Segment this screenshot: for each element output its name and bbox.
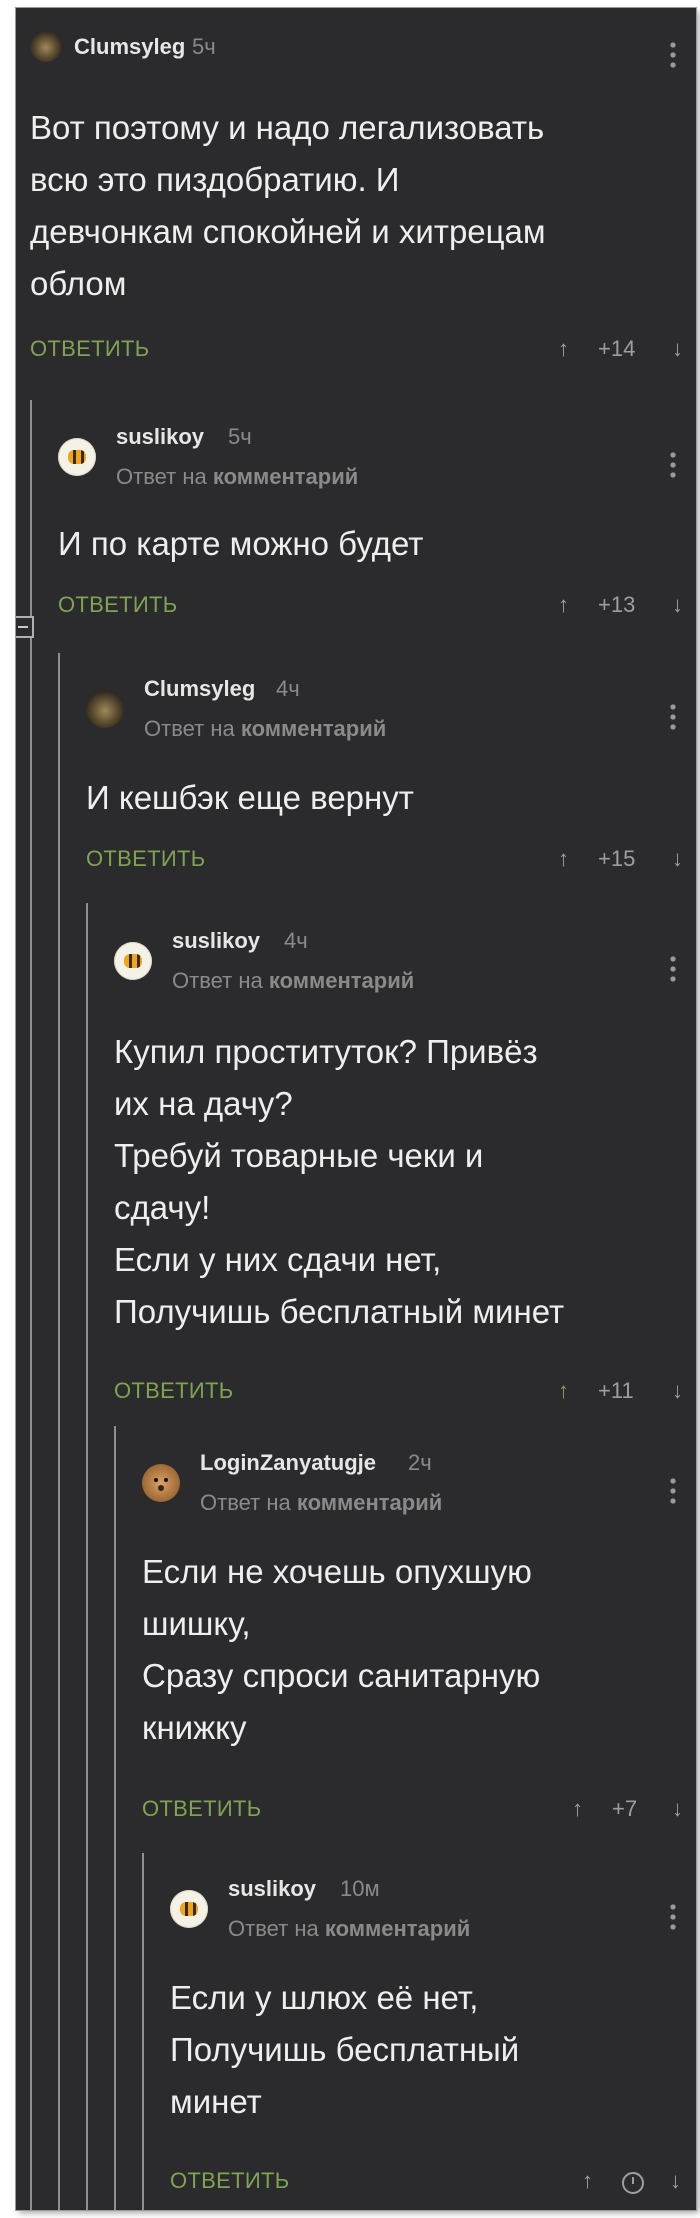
collapse-thread-button[interactable] (16, 616, 34, 638)
comment-author[interactable]: suslikoy (172, 928, 260, 954)
upvote-icon[interactable]: ↑ (558, 846, 569, 872)
comment: suslikoy 10м Ответ на комментарий Если у… (170, 1868, 696, 2198)
reply-button[interactable]: ОТВЕТИТЬ (30, 336, 149, 362)
upvote-icon[interactable]: ↑ (582, 2168, 593, 2194)
comment-text: И по карте можно будет (58, 525, 424, 562)
comment-author[interactable]: Clumsyleg (74, 34, 185, 60)
comment-author[interactable]: suslikoy (228, 1876, 316, 1902)
upvote-icon[interactable]: ↑ (558, 336, 569, 362)
comment-time: 5ч (228, 424, 252, 449)
thread-line (58, 653, 60, 2210)
rating-value: +14 (598, 336, 636, 361)
vote-controls: ↑ +7 ↓ (572, 1796, 688, 1826)
vote-controls: ↑ +14 ↓ (558, 336, 688, 366)
more-options-icon[interactable] (670, 450, 676, 480)
comment-author[interactable]: LoginZanyatugje (200, 1450, 376, 1476)
vote-controls: ↑ ↓ (582, 2168, 690, 2198)
comment-author[interactable]: suslikoy (116, 424, 204, 450)
downvote-icon[interactable]: ↓ (672, 336, 683, 362)
comment-time: 4ч (276, 676, 300, 701)
reply-button[interactable]: ОТВЕТИТЬ (114, 1378, 233, 1404)
thread-line (30, 400, 32, 2210)
upvote-icon[interactable]: ↑ (572, 1796, 583, 1822)
comment-thread: Clumsyleg 5ч Вот поэтому и надо легализо… (16, 8, 696, 2210)
comment-text: Если у шлюх её нет, Получишь бесплатный … (170, 1979, 520, 2120)
reply-to-label[interactable]: Ответ на комментарий (228, 1916, 470, 1942)
reply-button[interactable]: ОТВЕТИТЬ (58, 592, 177, 618)
more-options-icon[interactable] (670, 40, 676, 70)
vote-controls: ↑ +15 ↓ (558, 846, 688, 876)
reply-to-label[interactable]: Ответ на комментарий (144, 716, 386, 742)
upvote-icon[interactable]: ↑ (558, 592, 569, 618)
reply-button[interactable]: ОТВЕТИТЬ (142, 1796, 261, 1822)
upvote-icon[interactable]: ↑ (558, 1378, 569, 1404)
castle-avatar[interactable] (30, 30, 62, 62)
reply-to-label[interactable]: Ответ на комментарий (200, 1490, 442, 1516)
vote-controls: ↑ +11 ↓ (558, 1378, 688, 1408)
thread-line (142, 1853, 144, 2210)
more-options-icon[interactable] (670, 1476, 676, 1506)
downvote-icon[interactable]: ↓ (672, 846, 683, 872)
more-options-icon[interactable] (670, 702, 676, 732)
comment-time: 5ч (192, 34, 216, 59)
more-options-icon[interactable] (670, 954, 676, 984)
reply-to-label[interactable]: Ответ на комментарий (172, 968, 414, 994)
comment-author[interactable]: Clumsyleg (144, 676, 255, 702)
comment-time: 4ч (284, 928, 308, 953)
vote-controls: ↑ +13 ↓ (558, 592, 688, 622)
thread-line (86, 903, 88, 2210)
comment: Clumsyleg 4ч Ответ на комментарий И кешб… (86, 668, 696, 888)
hamster-avatar[interactable] (142, 1464, 180, 1502)
comment-time: 10м (340, 1876, 380, 1901)
reply-to-label[interactable]: Ответ на комментарий (116, 464, 358, 490)
rating-value: +11 (598, 1378, 634, 1403)
castle-avatar[interactable] (86, 690, 124, 728)
downvote-icon[interactable]: ↓ (672, 1378, 683, 1404)
reply-button[interactable]: ОТВЕТИТЬ (86, 846, 205, 872)
downvote-icon[interactable]: ↓ (670, 2168, 681, 2194)
comment: Clumsyleg 5ч Вот поэтому и надо легализо… (30, 24, 696, 374)
comment-time: 2ч (408, 1450, 432, 1475)
thread-line (114, 1426, 116, 2210)
comment: suslikoy 4ч Ответ на комментарий Купил п… (114, 920, 696, 1420)
downvote-icon[interactable]: ↓ (672, 1796, 683, 1822)
rating-value: +13 (598, 592, 636, 617)
comment: suslikoy 5ч Ответ на комментарий И по ка… (58, 416, 696, 636)
comment: LoginZanyatugje 2ч Ответ на комментарий … (142, 1442, 696, 1842)
bee-avatar[interactable] (170, 1890, 208, 1928)
clock-icon (622, 2172, 644, 2194)
downvote-icon[interactable]: ↓ (672, 592, 683, 618)
comment-text: Купил проституток? Привёз их на дачу? Тр… (114, 1033, 565, 1330)
comment-text: Если не хочешь опухшую шишку, Сразу спро… (142, 1553, 541, 1746)
comment-text: Вот поэтому и надо легализовать всю это … (30, 109, 546, 302)
comment-text: И кешбэк еще вернут (86, 779, 414, 816)
bee-avatar[interactable] (114, 942, 152, 980)
bee-avatar[interactable] (58, 438, 96, 476)
rating-value: +7 (612, 1796, 638, 1821)
reply-button[interactable]: ОТВЕТИТЬ (170, 2168, 289, 2194)
rating-value: +15 (598, 846, 636, 871)
more-options-icon[interactable] (670, 1902, 676, 1932)
